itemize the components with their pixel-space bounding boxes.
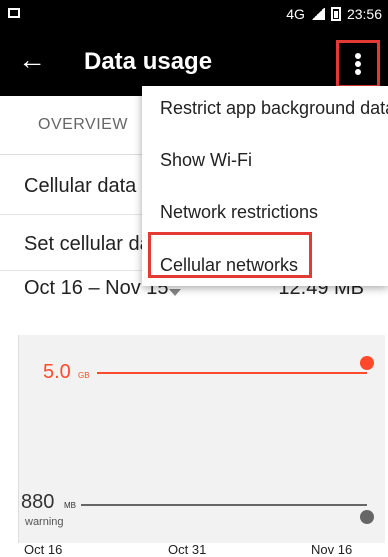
dropdown-caret-icon: [169, 289, 181, 296]
limit-unit-label: GB: [78, 371, 90, 380]
x-axis-labels: Oct 16 Oct 31 Nov 16: [0, 542, 388, 557]
x-label-1: Oct 31: [168, 542, 207, 557]
more-vert-icon: [355, 53, 361, 75]
status-bar: 4G 23:56: [0, 0, 388, 30]
tab-overview[interactable]: OVERVIEW: [38, 116, 128, 134]
status-right: 4G 23:56: [286, 6, 382, 22]
warning-value-label: 880: [21, 491, 54, 513]
page-title: Data usage: [84, 48, 213, 75]
x-label-0: Oct 16: [24, 542, 63, 557]
limit-handle[interactable]: [360, 356, 374, 370]
signal-icon: [310, 8, 325, 20]
warning-label: warning: [24, 516, 64, 528]
x-label-2: Nov 16: [311, 542, 353, 557]
overflow-menu-button[interactable]: [336, 40, 380, 88]
usage-chart: 5.0 GB 880 MB warning: [18, 335, 385, 543]
menu-item-restrict-background[interactable]: Restrict app background data: [160, 98, 388, 119]
screenshot-icon: [8, 8, 20, 18]
time: 23:56: [346, 6, 382, 22]
menu-item-network-restrictions[interactable]: Network restrictions: [160, 202, 318, 223]
battery-icon: [330, 7, 341, 21]
warning-unit-label: MB: [64, 501, 76, 510]
chart-svg: 5.0 GB 880 MBwarning: [21, 356, 374, 528]
limit-value-label: 5.0: [43, 361, 71, 383]
cellular-data-row[interactable]: Cellular data: [24, 175, 136, 198]
network-type: 4G: [286, 6, 305, 22]
warning-handle[interactable]: [360, 510, 374, 524]
highlight-box: [148, 232, 312, 278]
arrow-left-icon[interactable]: ←: [18, 46, 46, 74]
menu-item-show-wifi[interactable]: Show Wi-Fi: [160, 150, 252, 171]
